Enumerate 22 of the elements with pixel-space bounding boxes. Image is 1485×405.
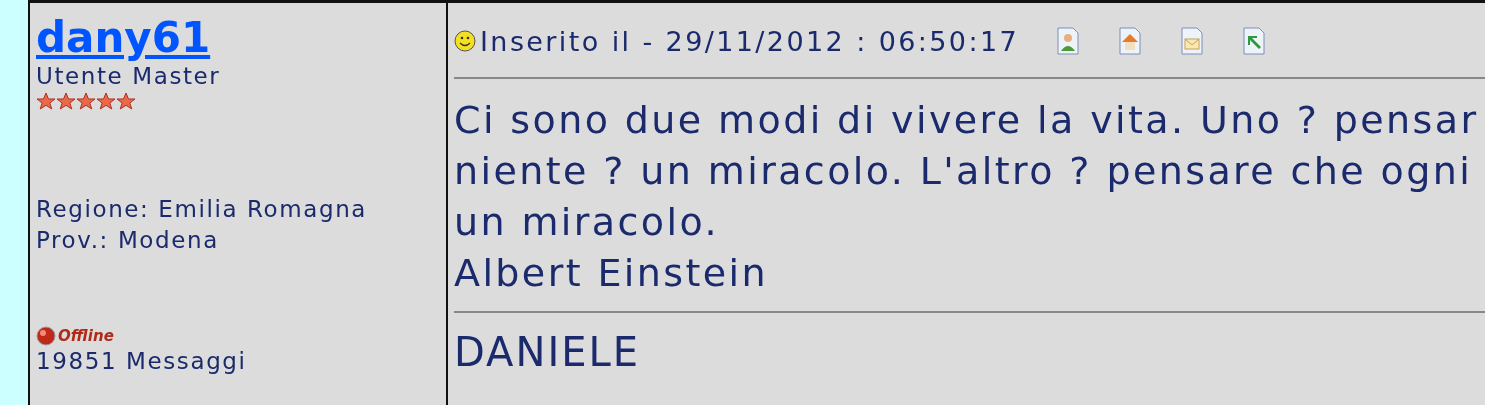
post-message: Ci sono due modi di vivere la vita. Uno ? pensar niente ? un miracolo. L'altro ? pensare che ogni un miracolo. Albert Einstein [454,97,1480,297]
star-icon [76,92,96,110]
author-region: Regione: Emilia Romagna [36,195,369,224]
profile-button[interactable] [1055,27,1082,55]
author-province: Prov.: Modena [36,226,220,255]
star-icon [36,92,56,110]
post-signature: DANIELE [454,328,641,377]
smiley-icon [454,30,476,52]
star-icon [96,92,116,110]
status-label: Offline [58,327,114,345]
author-rank: Utente Master [36,62,222,91]
author-link[interactable]: dany61 [36,15,211,61]
post-date: Inserito il - 29/11/2012 : 06:50:17 [480,25,1020,57]
homepage-button[interactable] [1117,27,1144,55]
envelope-icon [1179,27,1206,55]
star-icon [116,92,136,110]
star-icon [56,92,76,110]
house-icon [1117,27,1144,55]
person-icon [1055,27,1082,55]
post-count: 19851 Messaggi [36,347,248,376]
email-button[interactable] [1179,27,1206,55]
reply-button[interactable] [1241,27,1268,55]
